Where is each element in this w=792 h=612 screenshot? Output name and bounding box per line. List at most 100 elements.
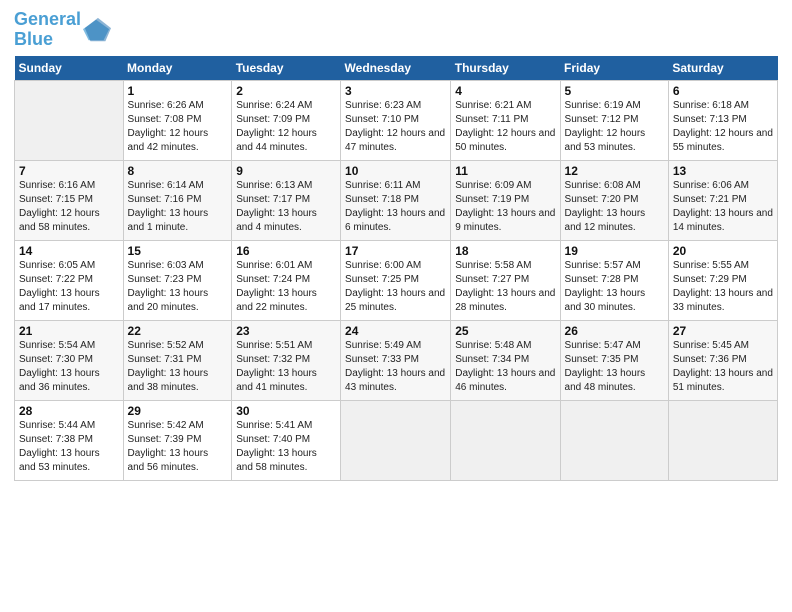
day-info: Sunrise: 5:42 AMSunset: 7:39 PMDaylight:… — [128, 419, 228, 475]
day-number: 1 — [128, 84, 228, 98]
calendar-cell: 22Sunrise: 5:52 AMSunset: 7:31 PMDayligh… — [123, 320, 232, 400]
logo-text: General Blue — [14, 10, 81, 50]
day-number: 14 — [19, 244, 119, 258]
day-number: 15 — [128, 244, 228, 258]
calendar-cell: 14Sunrise: 6:05 AMSunset: 7:22 PMDayligh… — [15, 240, 124, 320]
calendar-cell — [560, 400, 668, 480]
calendar-cell: 15Sunrise: 6:03 AMSunset: 7:23 PMDayligh… — [123, 240, 232, 320]
weekday-header: Saturday — [668, 56, 777, 81]
day-number: 5 — [565, 84, 664, 98]
calendar-cell: 13Sunrise: 6:06 AMSunset: 7:21 PMDayligh… — [668, 160, 777, 240]
calendar-cell: 27Sunrise: 5:45 AMSunset: 7:36 PMDayligh… — [668, 320, 777, 400]
day-info: Sunrise: 6:18 AMSunset: 7:13 PMDaylight:… — [673, 99, 773, 155]
calendar-week-row: 1Sunrise: 6:26 AMSunset: 7:08 PMDaylight… — [15, 80, 778, 160]
day-info: Sunrise: 5:41 AMSunset: 7:40 PMDaylight:… — [236, 419, 336, 475]
day-number: 23 — [236, 324, 336, 338]
calendar-cell: 23Sunrise: 5:51 AMSunset: 7:32 PMDayligh… — [232, 320, 341, 400]
day-number: 22 — [128, 324, 228, 338]
calendar-cell: 21Sunrise: 5:54 AMSunset: 7:30 PMDayligh… — [15, 320, 124, 400]
day-number: 3 — [345, 84, 446, 98]
calendar-cell: 30Sunrise: 5:41 AMSunset: 7:40 PMDayligh… — [232, 400, 341, 480]
day-number: 19 — [565, 244, 664, 258]
day-number: 7 — [19, 164, 119, 178]
day-number: 26 — [565, 324, 664, 338]
weekday-header: Friday — [560, 56, 668, 81]
day-number: 13 — [673, 164, 773, 178]
day-info: Sunrise: 5:44 AMSunset: 7:38 PMDaylight:… — [19, 419, 119, 475]
day-number: 8 — [128, 164, 228, 178]
day-number: 21 — [19, 324, 119, 338]
calendar-cell: 3Sunrise: 6:23 AMSunset: 7:10 PMDaylight… — [341, 80, 451, 160]
calendar-cell: 16Sunrise: 6:01 AMSunset: 7:24 PMDayligh… — [232, 240, 341, 320]
day-number: 11 — [455, 164, 555, 178]
calendar-cell: 10Sunrise: 6:11 AMSunset: 7:18 PMDayligh… — [341, 160, 451, 240]
calendar-week-row: 28Sunrise: 5:44 AMSunset: 7:38 PMDayligh… — [15, 400, 778, 480]
day-info: Sunrise: 6:05 AMSunset: 7:22 PMDaylight:… — [19, 259, 119, 315]
calendar-cell: 12Sunrise: 6:08 AMSunset: 7:20 PMDayligh… — [560, 160, 668, 240]
day-info: Sunrise: 6:21 AMSunset: 7:11 PMDaylight:… — [455, 99, 555, 155]
calendar-cell — [15, 80, 124, 160]
day-info: Sunrise: 6:13 AMSunset: 7:17 PMDaylight:… — [236, 179, 336, 235]
day-info: Sunrise: 6:03 AMSunset: 7:23 PMDaylight:… — [128, 259, 228, 315]
calendar-cell: 7Sunrise: 6:16 AMSunset: 7:15 PMDaylight… — [15, 160, 124, 240]
day-info: Sunrise: 5:52 AMSunset: 7:31 PMDaylight:… — [128, 339, 228, 395]
calendar-cell: 26Sunrise: 5:47 AMSunset: 7:35 PMDayligh… — [560, 320, 668, 400]
calendar-cell: 25Sunrise: 5:48 AMSunset: 7:34 PMDayligh… — [451, 320, 560, 400]
logo-icon — [83, 16, 111, 44]
day-info: Sunrise: 6:00 AMSunset: 7:25 PMDaylight:… — [345, 259, 446, 315]
calendar-header-row: SundayMondayTuesdayWednesdayThursdayFrid… — [15, 56, 778, 81]
calendar-table: SundayMondayTuesdayWednesdayThursdayFrid… — [14, 56, 778, 481]
day-info: Sunrise: 6:19 AMSunset: 7:12 PMDaylight:… — [565, 99, 664, 155]
weekday-header: Tuesday — [232, 56, 341, 81]
day-info: Sunrise: 5:45 AMSunset: 7:36 PMDaylight:… — [673, 339, 773, 395]
day-number: 16 — [236, 244, 336, 258]
weekday-header: Monday — [123, 56, 232, 81]
calendar-cell: 8Sunrise: 6:14 AMSunset: 7:16 PMDaylight… — [123, 160, 232, 240]
calendar-cell: 5Sunrise: 6:19 AMSunset: 7:12 PMDaylight… — [560, 80, 668, 160]
page-container: General Blue SundayMondayTuesdayWednesda… — [0, 0, 792, 491]
calendar-cell: 20Sunrise: 5:55 AMSunset: 7:29 PMDayligh… — [668, 240, 777, 320]
day-info: Sunrise: 6:23 AMSunset: 7:10 PMDaylight:… — [345, 99, 446, 155]
day-info: Sunrise: 6:09 AMSunset: 7:19 PMDaylight:… — [455, 179, 555, 235]
day-info: Sunrise: 6:14 AMSunset: 7:16 PMDaylight:… — [128, 179, 228, 235]
calendar-body: 1Sunrise: 6:26 AMSunset: 7:08 PMDaylight… — [15, 80, 778, 480]
day-number: 17 — [345, 244, 446, 258]
day-number: 4 — [455, 84, 555, 98]
header: General Blue — [14, 10, 778, 50]
calendar-cell: 2Sunrise: 6:24 AMSunset: 7:09 PMDaylight… — [232, 80, 341, 160]
day-info: Sunrise: 5:57 AMSunset: 7:28 PMDaylight:… — [565, 259, 664, 315]
calendar-cell — [668, 400, 777, 480]
day-number: 30 — [236, 404, 336, 418]
calendar-cell: 11Sunrise: 6:09 AMSunset: 7:19 PMDayligh… — [451, 160, 560, 240]
day-info: Sunrise: 6:24 AMSunset: 7:09 PMDaylight:… — [236, 99, 336, 155]
calendar-cell: 1Sunrise: 6:26 AMSunset: 7:08 PMDaylight… — [123, 80, 232, 160]
day-number: 6 — [673, 84, 773, 98]
day-info: Sunrise: 6:06 AMSunset: 7:21 PMDaylight:… — [673, 179, 773, 235]
day-info: Sunrise: 5:49 AMSunset: 7:33 PMDaylight:… — [345, 339, 446, 395]
day-info: Sunrise: 6:01 AMSunset: 7:24 PMDaylight:… — [236, 259, 336, 315]
calendar-week-row: 7Sunrise: 6:16 AMSunset: 7:15 PMDaylight… — [15, 160, 778, 240]
day-number: 28 — [19, 404, 119, 418]
day-number: 29 — [128, 404, 228, 418]
day-number: 10 — [345, 164, 446, 178]
day-info: Sunrise: 6:08 AMSunset: 7:20 PMDaylight:… — [565, 179, 664, 235]
day-info: Sunrise: 5:48 AMSunset: 7:34 PMDaylight:… — [455, 339, 555, 395]
day-number: 18 — [455, 244, 555, 258]
day-number: 9 — [236, 164, 336, 178]
day-number: 27 — [673, 324, 773, 338]
calendar-cell — [341, 400, 451, 480]
day-info: Sunrise: 5:58 AMSunset: 7:27 PMDaylight:… — [455, 259, 555, 315]
weekday-header: Wednesday — [341, 56, 451, 81]
day-info: Sunrise: 5:55 AMSunset: 7:29 PMDaylight:… — [673, 259, 773, 315]
calendar-cell — [451, 400, 560, 480]
weekday-header: Thursday — [451, 56, 560, 81]
logo: General Blue — [14, 10, 111, 50]
day-info: Sunrise: 5:54 AMSunset: 7:30 PMDaylight:… — [19, 339, 119, 395]
day-number: 12 — [565, 164, 664, 178]
calendar-week-row: 21Sunrise: 5:54 AMSunset: 7:30 PMDayligh… — [15, 320, 778, 400]
calendar-cell: 4Sunrise: 6:21 AMSunset: 7:11 PMDaylight… — [451, 80, 560, 160]
calendar-cell: 9Sunrise: 6:13 AMSunset: 7:17 PMDaylight… — [232, 160, 341, 240]
day-info: Sunrise: 5:47 AMSunset: 7:35 PMDaylight:… — [565, 339, 664, 395]
calendar-cell: 17Sunrise: 6:00 AMSunset: 7:25 PMDayligh… — [341, 240, 451, 320]
calendar-cell: 18Sunrise: 5:58 AMSunset: 7:27 PMDayligh… — [451, 240, 560, 320]
